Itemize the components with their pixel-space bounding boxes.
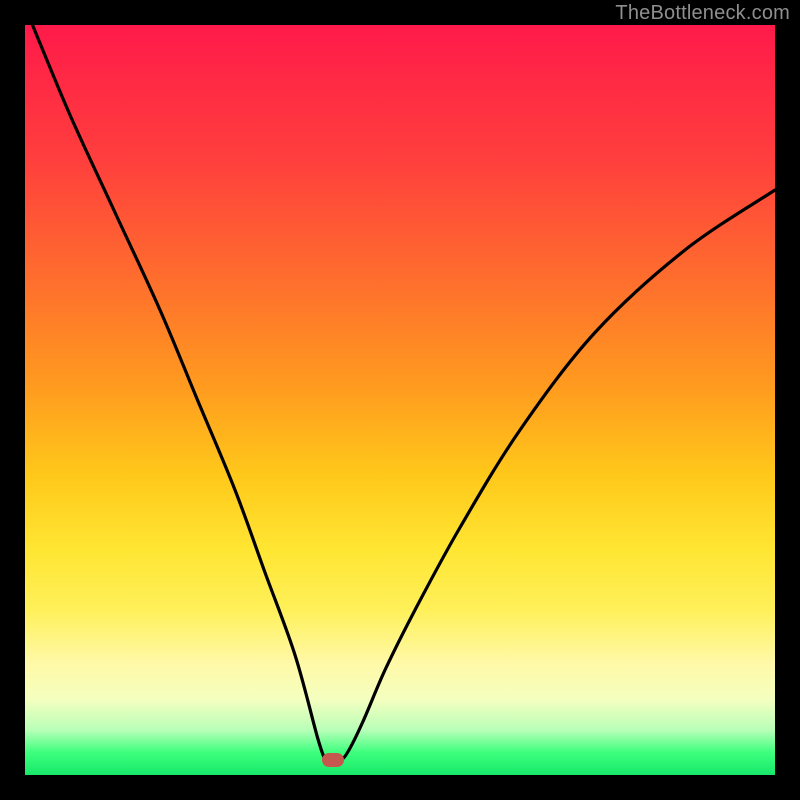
bottleneck-curve: [25, 25, 775, 775]
plot-area: [25, 25, 775, 775]
min-marker: [322, 753, 344, 767]
chart-frame: TheBottleneck.com: [0, 0, 800, 800]
watermark-text: TheBottleneck.com: [615, 2, 790, 25]
